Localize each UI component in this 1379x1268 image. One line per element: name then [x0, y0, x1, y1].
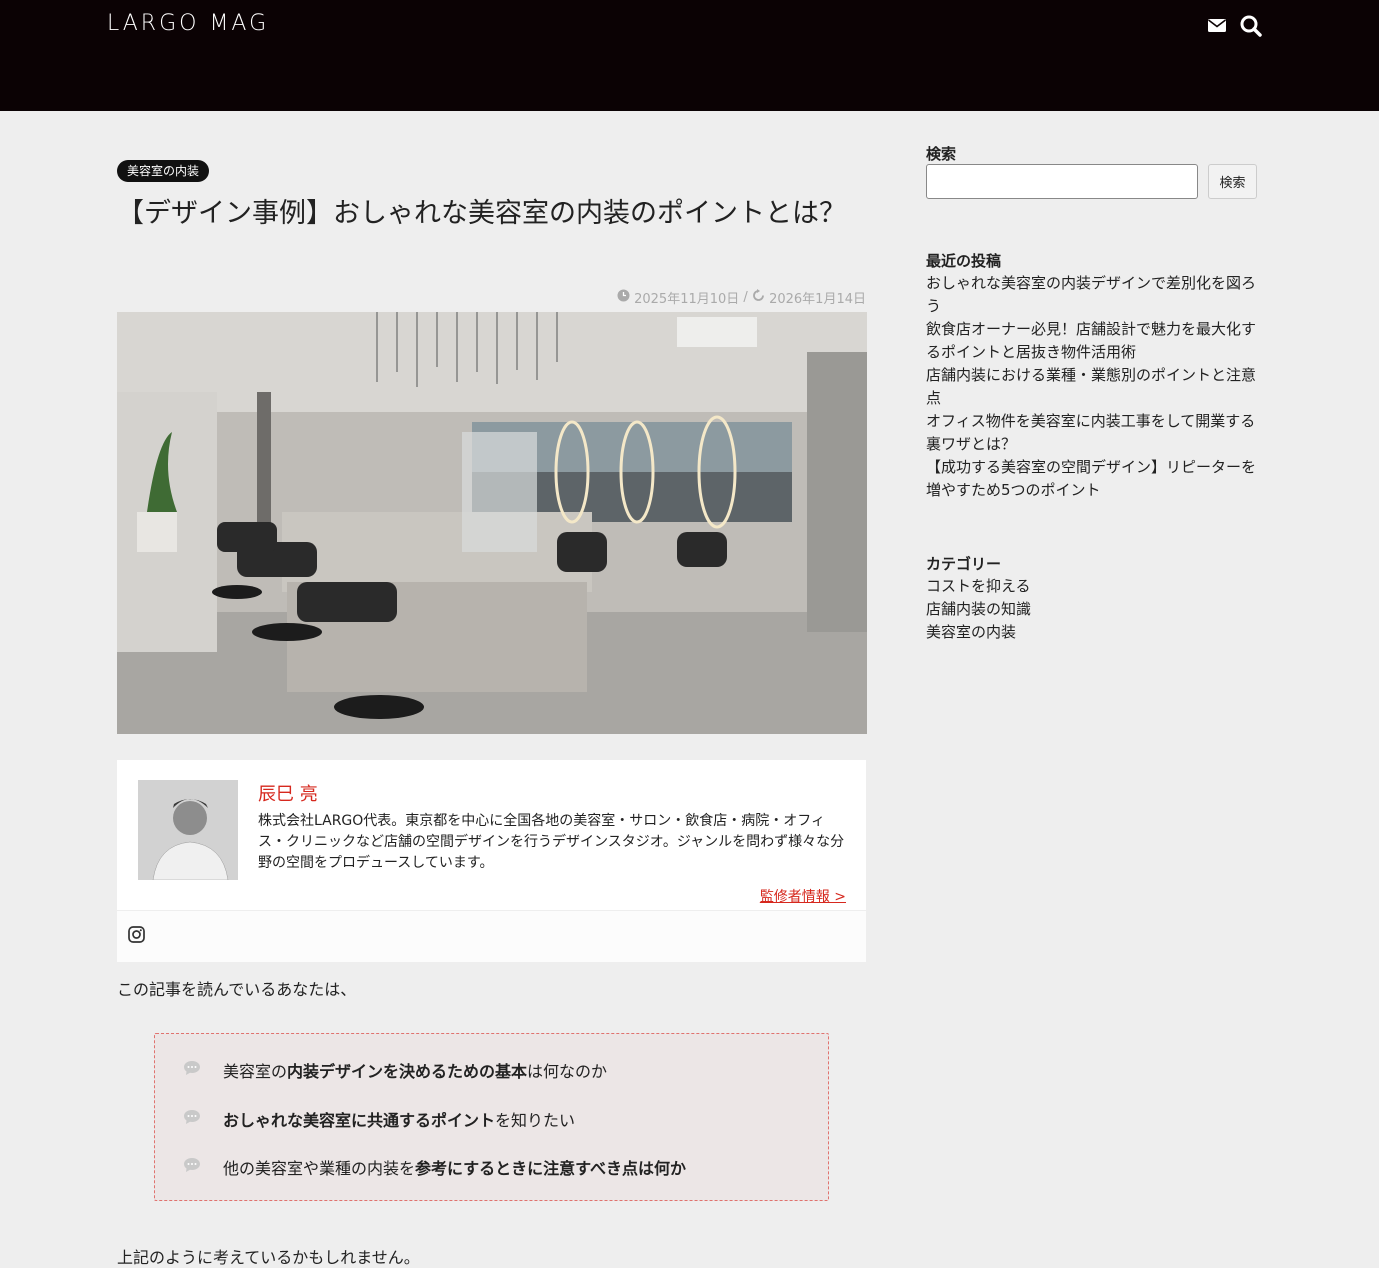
search-icon[interactable] [1240, 15, 1262, 41]
date-separator: / [743, 290, 748, 305]
author-bio: 株式会社LARGO代表。東京都を中心に全国各地の美容室・サロン・飲食店・病院・オ… [258, 813, 845, 871]
hero-image [117, 312, 867, 734]
clock-icon [617, 289, 630, 306]
category-link[interactable]: 美容室の内装 [926, 621, 1256, 644]
checklist-bold: 参考にするときに注意すべき点は何か [415, 1159, 687, 1178]
recent-post-link[interactable]: 店舗内装における業種・業態別のポイントと注意点 [926, 364, 1256, 410]
categories-list: コストを抑える 店舗内装の知識 美容室の内装 [926, 575, 1256, 644]
mail-icon[interactable] [1208, 17, 1226, 37]
recent-post-link[interactable]: おしゃれな美容室の内装デザインで差別化を図ろう [926, 272, 1256, 318]
author-box: 辰巳 亮 株式会社LARGO代表。東京都を中心に全国各地の美容室・サロン・飲食店… [117, 760, 866, 962]
published-date: 2025年11月10日 [634, 292, 740, 307]
update-icon [752, 289, 765, 306]
author-name[interactable]: 辰巳 亮 [258, 780, 318, 806]
intro-text: この記事を読んでいるあなたは、 [117, 980, 357, 999]
checklist-bold: おしゃれな美容室に共通するポイント [223, 1111, 496, 1130]
search-input[interactable] [926, 164, 1198, 199]
category-link[interactable]: 店舗内装の知識 [926, 598, 1256, 621]
search-widget-title: 検索 [926, 145, 957, 163]
article-title: 【デザイン事例】おしゃれな美容室の内装のポイントとは？ [117, 198, 846, 229]
categories-title: カテゴリー [926, 555, 1002, 573]
recent-posts-title: 最近の投稿 [926, 252, 1002, 270]
category-link[interactable]: コストを抑える [926, 575, 1256, 598]
body-text: 上記のように考えているかもしれません。 [117, 1248, 420, 1267]
site-logo[interactable]: LARGO MAG [107, 11, 269, 36]
avatar [138, 780, 238, 880]
supervisor-info-link[interactable]: 監修者情報 > [760, 886, 846, 906]
checklist-text: を知りたい [495, 1111, 576, 1130]
recent-posts-list: おしゃれな美容室の内装デザインで差別化を図ろう 飲食店オーナー必見！店舗設計で魅… [926, 272, 1256, 502]
recent-post-link[interactable]: 【成功する美容室の空間デザイン】リピーターを増やすため5つのポイント [926, 456, 1256, 502]
checklist-text: は何なのか [527, 1062, 608, 1081]
instagram-icon[interactable] [128, 926, 145, 947]
author-info: 辰巳 亮 株式会社LARGO代表。東京都を中心に全国各地の美容室・サロン・飲食店… [117, 760, 866, 911]
chat-bubble-icon [183, 1109, 201, 1129]
recent-post-link[interactable]: オフィス物件を美容室に内装工事をして開業する裏ワザとは？ [926, 410, 1256, 456]
recent-post-link[interactable]: 飲食店オーナー必見！店舗設計で魅力を最大化するポイントと居抜き物件活用術 [926, 318, 1256, 364]
updated-date: 2026年1月14日 [769, 292, 866, 307]
chat-bubble-icon [183, 1157, 201, 1177]
checklist-text: 他の美容室や業種の内装を [223, 1159, 416, 1178]
category-badge[interactable]: 美容室の内装 [117, 160, 210, 182]
checklist-text: 美容室の [223, 1062, 288, 1081]
checklist-box: 美容室の内装デザインを決めるための基本は何なのか おしゃれな美容室に共通するポイ… [154, 1033, 829, 1201]
site-header: LARGO MAG [0, 0, 1379, 111]
chat-bubble-icon [183, 1060, 201, 1080]
article-dates: 2025年11月10日 / 2026年1月14日 [560, 288, 866, 307]
author-social [117, 911, 866, 962]
search-button[interactable]: 検索 [1208, 164, 1257, 199]
checklist-bold: 内装デザインを決めるための基本 [287, 1062, 528, 1081]
